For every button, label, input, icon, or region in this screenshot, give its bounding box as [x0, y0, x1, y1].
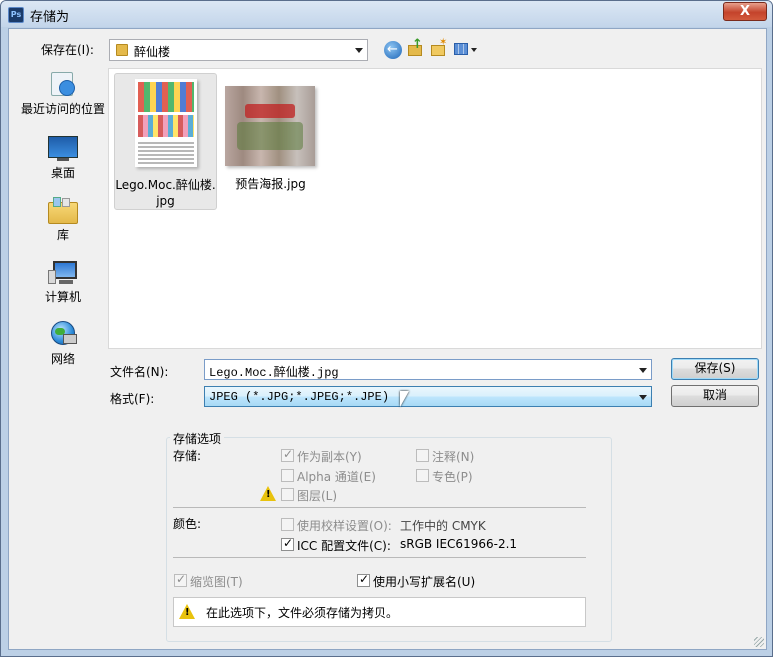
desktop-icon [47, 134, 79, 162]
place-libraries[interactable]: 库 [17, 196, 109, 243]
spot-checkbox[interactable] [416, 469, 429, 482]
network-icon [47, 320, 79, 348]
file-thumbnail [225, 86, 315, 166]
filename-input[interactable]: Lego.Moc.醉仙楼.jpg [204, 359, 652, 380]
color-label: 颜色: [173, 517, 202, 531]
mouse-cursor-icon [400, 391, 409, 407]
thumbnail-label: 缩览图(T) [190, 575, 243, 589]
warning-text: 在此选项下，文件必须存储为拷贝。 [206, 606, 399, 620]
lowercase-ext-checkbox[interactable]: ✓ [357, 572, 370, 587]
places-bar: 最近访问的位置 桌面 库 计算机 网络 [17, 68, 109, 366]
save-in-value: 醉仙楼 [134, 45, 171, 59]
spot-label: 专色(P) [432, 470, 473, 484]
place-network[interactable]: 网络 [17, 320, 109, 367]
file-name: 预告海报.jpg [235, 177, 306, 191]
place-label: 库 [56, 228, 69, 242]
warning-icon: ! [179, 604, 195, 619]
proof-checkbox[interactable] [281, 518, 294, 531]
photoshop-icon: Ps [8, 7, 24, 23]
icc-value: sRGB IEC61966-2.1 [400, 537, 518, 551]
format-label: 格式(F): [110, 392, 155, 406]
options-title: 存储选项 [170, 430, 225, 447]
as-copy-checkbox[interactable]: ✓ [281, 447, 294, 462]
lowercase-ext-label: 使用小写扩展名(U) [373, 575, 476, 589]
check-icon: ✓ [359, 572, 370, 586]
folder-icon [116, 44, 128, 56]
warning-note: ! 在此选项下，文件必须存储为拷贝。 [173, 597, 586, 627]
place-label: 最近访问的位置 [20, 102, 105, 116]
dialog-body: 保存在(I): 醉仙楼 ← ↑ ✶ 最近访问的位置 桌面 库 计算机 网络 Le… [8, 28, 767, 650]
computer-icon [47, 258, 79, 286]
file-item[interactable]: 预告海报.jpg [219, 73, 322, 210]
chevron-down-icon [355, 48, 363, 53]
file-item[interactable]: Lego.Moc.醉仙楼. jpg [114, 73, 217, 210]
save-in-label: 保存在(I): [41, 43, 94, 57]
save-as-dialog: Ps 存储为 X 保存在(I): 醉仙楼 ← ↑ ✶ 最近访问的位置 桌面 库 … [0, 0, 773, 657]
layers-checkbox[interactable] [281, 488, 294, 501]
separator [173, 557, 586, 558]
file-name-ext: jpg [156, 194, 175, 208]
view-menu-button[interactable] [453, 41, 479, 59]
new-folder-button[interactable]: ✶ [430, 37, 448, 58]
check-icon: ✓ [283, 536, 294, 550]
layers-label: 图层(L) [297, 489, 338, 503]
view-grid-icon [454, 43, 468, 55]
icc-label: ICC 配置文件(C): [297, 539, 391, 553]
proof-value: 工作中的 CMYK [400, 519, 486, 533]
sparkle-icon: ✶ [439, 37, 448, 48]
up-arrow-icon: ↑ [412, 37, 423, 52]
back-button[interactable]: ← [384, 41, 402, 59]
place-computer[interactable]: 计算机 [17, 258, 109, 305]
place-desktop[interactable]: 桌面 [17, 134, 109, 181]
storage-label: 存储: [173, 449, 202, 463]
save-in-combo[interactable]: 醉仙楼 [109, 39, 368, 61]
file-thumbnail [135, 79, 197, 167]
chevron-down-icon [639, 368, 647, 373]
separator [173, 507, 586, 508]
place-label: 网络 [50, 352, 75, 366]
file-name: Lego.Moc.醉仙楼. [115, 178, 216, 192]
alpha-label: Alpha 通道(E) [297, 470, 376, 484]
file-list[interactable]: Lego.Moc.醉仙楼. jpg 预告海报.jpg [108, 68, 762, 349]
notes-label: 注释(N) [432, 450, 475, 464]
check-icon: ✓ [176, 572, 187, 586]
resize-grip-icon[interactable] [754, 637, 764, 647]
notes-checkbox[interactable] [416, 449, 429, 462]
format-select[interactable]: JPEG (*.JPG;*.JPEG;*.JPE) [204, 386, 652, 407]
place-label: 桌面 [50, 166, 75, 180]
save-button[interactable]: 保存(S) [671, 358, 759, 380]
view-arrow-icon [471, 48, 477, 52]
title-bar: Ps 存储为 X [1, 1, 772, 27]
window-title: 存储为 [30, 10, 70, 25]
alpha-checkbox[interactable] [281, 469, 294, 482]
filename-value: Lego.Moc.醉仙楼.jpg [209, 366, 339, 380]
libraries-icon [47, 196, 79, 224]
format-value: JPEG (*.JPG;*.JPEG;*.JPE) [209, 390, 390, 404]
place-label: 计算机 [44, 290, 81, 304]
as-copy-label: 作为副本(Y) [297, 450, 362, 464]
icc-checkbox[interactable]: ✓ [281, 536, 294, 551]
close-button[interactable]: X [723, 2, 767, 21]
check-icon: ✓ [283, 447, 294, 461]
recent-places-icon [47, 70, 79, 98]
place-recent[interactable]: 最近访问的位置 [17, 70, 109, 117]
back-arrow-icon: ← [387, 42, 398, 57]
up-folder-button[interactable]: ↑ [407, 37, 425, 58]
warning-icon: ! [260, 486, 276, 501]
thumbnail-checkbox[interactable]: ✓ [174, 572, 187, 587]
cancel-button[interactable]: 取消 [671, 385, 759, 407]
proof-label: 使用校样设置(O): [297, 519, 392, 533]
chevron-down-icon [639, 395, 647, 400]
filename-label: 文件名(N): [110, 365, 169, 379]
